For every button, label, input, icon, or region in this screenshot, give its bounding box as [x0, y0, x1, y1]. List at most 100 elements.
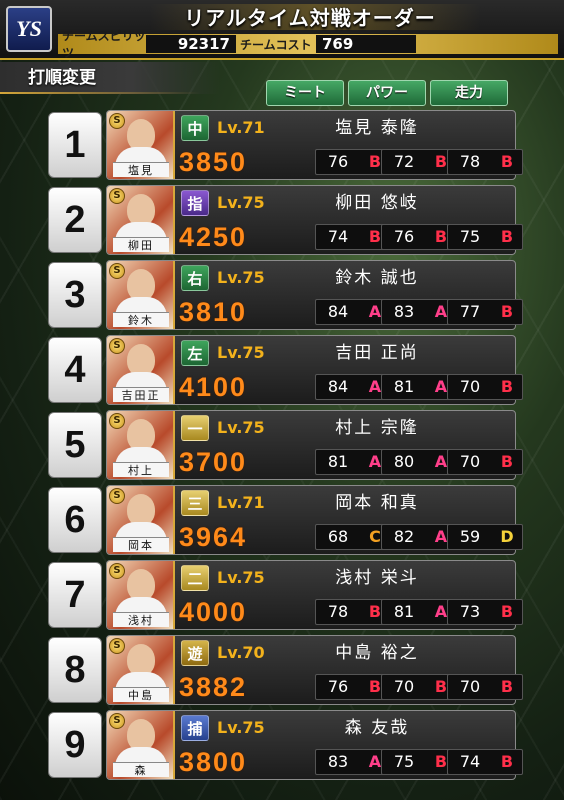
ability-value: 83 — [327, 752, 349, 771]
batting-order-number[interactable]: 1 — [48, 112, 102, 178]
batting-order-number[interactable]: 9 — [48, 712, 102, 778]
player-name-plate: 村上 — [113, 462, 169, 477]
lineup-row[interactable]: 8 S 中島 遊 Lv.70 中島 裕之 3882 76 B 70 B 70 B — [48, 635, 523, 705]
ability-value: 76 — [327, 152, 349, 171]
s-rank-badge-icon: S — [109, 488, 125, 504]
ability-value: 73 — [459, 602, 481, 621]
ability-stat: 77 B — [447, 299, 523, 325]
ability-value: 70 — [459, 452, 481, 471]
lineup-row[interactable]: 9 S 森 捕 Lv.75 森 友哉 3800 83 A 75 B 74 B — [48, 710, 523, 780]
player-card[interactable]: S 森 捕 Lv.75 森 友哉 3800 83 A 75 B 74 B — [106, 710, 523, 780]
s-rank-badge-icon: S — [109, 188, 125, 204]
player-card[interactable]: S 村上 一 Lv.75 村上 宗隆 3700 81 A 80 A 70 B — [106, 410, 523, 480]
batting-order-number[interactable]: 2 — [48, 187, 102, 253]
ability-stat: 76 B — [315, 149, 391, 175]
s-rank-badge-icon: S — [109, 638, 125, 654]
ability-rank: B — [500, 377, 514, 396]
ability-stat: 74 B — [315, 224, 391, 250]
player-name: 森 友哉 — [344, 718, 410, 738]
ability-stat: 68 C — [315, 524, 391, 550]
batting-order-number[interactable]: 7 — [48, 562, 102, 628]
s-rank-badge-icon: S — [109, 713, 125, 729]
ability-stat: 72 B — [381, 149, 457, 175]
s-rank-badge-icon: S — [109, 113, 125, 129]
overall-rating: 3964 — [179, 522, 248, 552]
overall-rating: 3800 — [179, 747, 248, 777]
player-portrait: S 森 — [107, 711, 175, 779]
ability-value: 84 — [327, 377, 349, 396]
lineup-row[interactable]: 4 S 吉田正 左 Lv.75 吉田 正尚 4100 84 A 81 A 70 … — [48, 335, 523, 405]
lineup-row[interactable]: 7 S 浅村 二 Lv.75 浅村 栄斗 4000 78 B 81 A 73 B — [48, 560, 523, 630]
batting-order-number[interactable]: 8 — [48, 637, 102, 703]
overall-rating: 4100 — [179, 372, 248, 402]
player-portrait: S 吉田正 — [107, 336, 175, 404]
player-card[interactable]: S 浅村 二 Lv.75 浅村 栄斗 4000 78 B 81 A 73 B — [106, 560, 523, 630]
player-level: Lv.71 — [217, 493, 265, 512]
lineup-row[interactable]: 3 S 鈴木 右 Lv.75 鈴木 誠也 3810 84 A 83 A 77 B — [48, 260, 523, 330]
ability-stat: 76 B — [315, 674, 391, 700]
lineup-row[interactable]: 5 S 村上 一 Lv.75 村上 宗隆 3700 81 A 80 A 70 B — [48, 410, 523, 480]
batting-order-number[interactable]: 6 — [48, 487, 102, 553]
ability-value: 75 — [393, 752, 415, 771]
batting-order-number[interactable]: 4 — [48, 337, 102, 403]
sort-speed-button[interactable]: 走力 — [430, 80, 508, 106]
lineup-row[interactable]: 6 S 岡本 三 Lv.71 岡本 和真 3964 68 C 82 A 59 D — [48, 485, 523, 555]
ability-value: 72 — [393, 152, 415, 171]
player-card[interactable]: S 塩見 中 Lv.71 塩見 泰隆 3850 76 B 72 B 78 B — [106, 110, 523, 180]
ability-rank: B — [500, 152, 514, 171]
player-card[interactable]: S 吉田正 左 Lv.75 吉田 正尚 4100 84 A 81 A 70 B — [106, 335, 523, 405]
ability-value: 70 — [393, 677, 415, 696]
team-spirits-label: チームスピリッツ — [62, 29, 146, 60]
player-name-plate: 鈴木 — [113, 312, 169, 327]
player-level: Lv.70 — [217, 643, 265, 662]
ability-value: 68 — [327, 527, 349, 546]
ability-stat: 81 A — [381, 599, 457, 625]
player-portrait: S 岡本 — [107, 486, 175, 554]
batting-order-number[interactable]: 3 — [48, 262, 102, 328]
ability-rank: D — [500, 527, 514, 546]
player-card[interactable]: S 中島 遊 Lv.70 中島 裕之 3882 76 B 70 B 70 B — [106, 635, 523, 705]
player-portrait: S 中島 — [107, 636, 175, 704]
overall-rating: 3700 — [179, 447, 248, 477]
ability-stat: 70 B — [447, 449, 523, 475]
player-card[interactable]: S 柳田 指 Lv.75 柳田 悠岐 4250 74 B 76 B 75 B — [106, 185, 523, 255]
batting-order-number[interactable]: 5 — [48, 412, 102, 478]
ability-value: 81 — [327, 452, 349, 471]
ability-stat: 70 B — [447, 374, 523, 400]
ability-value: 76 — [393, 227, 415, 246]
overall-rating: 4250 — [179, 222, 248, 252]
ability-stat: 83 A — [381, 299, 457, 325]
player-name: 吉田 正尚 — [335, 343, 419, 363]
player-level: Lv.75 — [217, 718, 265, 737]
sort-power-button[interactable]: パワー — [348, 80, 426, 106]
ability-stat: 76 B — [381, 224, 457, 250]
sort-contact-button[interactable]: ミート — [266, 80, 344, 106]
player-name: 鈴木 誠也 — [335, 268, 419, 288]
player-card[interactable]: S 岡本 三 Lv.71 岡本 和真 3964 68 C 82 A 59 D — [106, 485, 523, 555]
overall-rating: 4000 — [179, 597, 248, 627]
player-name: 中島 裕之 — [335, 643, 419, 663]
ability-stat: 84 A — [315, 299, 391, 325]
team-logo: YS — [6, 6, 52, 52]
ability-stat: 80 A — [381, 449, 457, 475]
ability-rank: B — [500, 677, 514, 696]
ability-rank: B — [500, 602, 514, 621]
ability-stat: 84 A — [315, 374, 391, 400]
ability-value: 84 — [327, 302, 349, 321]
player-name: 柳田 悠岐 — [335, 193, 419, 213]
ability-stat: 70 B — [447, 674, 523, 700]
player-level: Lv.75 — [217, 268, 265, 287]
ability-rank: B — [500, 227, 514, 246]
player-name-plate: 柳田 — [113, 237, 169, 252]
lineup-row[interactable]: 2 S 柳田 指 Lv.75 柳田 悠岐 4250 74 B 76 B 75 B — [48, 185, 523, 255]
lineup-row[interactable]: 1 S 塩見 中 Lv.71 塩見 泰隆 3850 76 B 72 B 78 B — [48, 110, 523, 180]
ability-value: 81 — [393, 602, 415, 621]
ability-value: 59 — [459, 527, 481, 546]
team-cost-label: チームコスト — [240, 37, 312, 52]
ability-value: 83 — [393, 302, 415, 321]
player-name-plate: 中島 — [113, 687, 169, 702]
player-card[interactable]: S 鈴木 右 Lv.75 鈴木 誠也 3810 84 A 83 A 77 B — [106, 260, 523, 330]
ability-stat: 82 A — [381, 524, 457, 550]
player-level: Lv.71 — [217, 118, 265, 137]
player-name-plate: 岡本 — [113, 537, 169, 552]
